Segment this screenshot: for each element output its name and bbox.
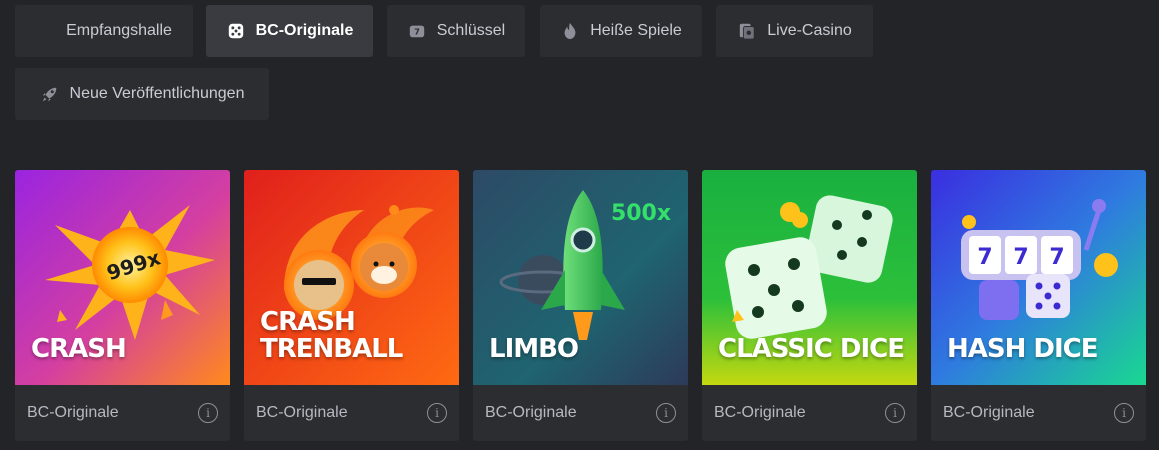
tab-live-casino[interactable]: Live-Casino xyxy=(716,5,873,57)
fire-icon xyxy=(560,21,580,41)
game-card-limbo[interactable]: 500x LIMBO BC-Originale i xyxy=(473,170,688,441)
game-thumbnail: 500x LIMBO xyxy=(473,170,688,385)
svg-text:7: 7 xyxy=(977,245,992,270)
game-footer: BC-Originale i xyxy=(702,385,917,441)
game-card-crash[interactable]: 999x CRASH BC-Originale i xyxy=(15,170,230,441)
game-card-classic-dice[interactable]: CLASSIC DICE BC-Originale i xyxy=(702,170,917,441)
svg-text:7: 7 xyxy=(1013,245,1028,270)
tab-new-releases[interactable]: Neue Veröffentlichungen xyxy=(15,68,269,120)
tab-hot-games[interactable]: Heiße Spiele xyxy=(540,5,702,57)
game-thumbnail: 7 7 7 HASH DICE xyxy=(931,170,1146,385)
provider-label: BC-Originale xyxy=(485,404,577,421)
tab-bc-originals[interactable]: BC-Originale xyxy=(206,5,373,57)
svg-text:7: 7 xyxy=(414,27,420,37)
provider-label: BC-Originale xyxy=(27,404,119,421)
info-icon[interactable]: i xyxy=(198,403,218,423)
game-title: CLASSIC DICE xyxy=(718,334,905,364)
game-card-hash-dice[interactable]: 7 7 7 HASH DICE BC-Originale i xyxy=(931,170,1146,441)
lobby-icon xyxy=(36,21,56,41)
provider-label: BC-Originale xyxy=(256,404,348,421)
game-footer: BC-Originale i xyxy=(931,385,1146,441)
slot-icon: 7 xyxy=(407,21,427,41)
info-icon[interactable]: i xyxy=(1114,403,1134,423)
game-thumbnail: 999x CRASH xyxy=(15,170,230,385)
tab-label: BC-Originale xyxy=(255,22,354,39)
tab-label: Live-Casino xyxy=(767,22,852,39)
game-title: LIMBO xyxy=(489,334,579,364)
info-icon[interactable]: i xyxy=(427,403,447,423)
game-card-crash-trenball[interactable]: CRASH TRENBALL BC-Originale i xyxy=(244,170,459,441)
rocket-icon xyxy=(40,84,60,104)
provider-label: BC-Originale xyxy=(943,404,1035,421)
multiplier-badge: 500x xyxy=(611,201,671,226)
game-footer: BC-Originale i xyxy=(244,385,459,441)
dice-icon xyxy=(226,21,246,41)
game-title: CRASH xyxy=(31,334,127,364)
game-title: HASH DICE xyxy=(947,334,1099,364)
tab-label: Heiße Spiele xyxy=(590,22,682,39)
cards-icon xyxy=(737,21,757,41)
game-thumbnail: CLASSIC DICE xyxy=(702,170,917,385)
tab-label: Empfangshalle xyxy=(66,22,172,39)
info-icon[interactable]: i xyxy=(885,403,905,423)
info-icon[interactable]: i xyxy=(656,403,676,423)
tab-lobby[interactable]: Empfangshalle xyxy=(15,5,193,57)
game-footer: BC-Originale i xyxy=(15,385,230,441)
svg-text:7: 7 xyxy=(1049,245,1064,270)
game-title: CRASH TRENBALL xyxy=(260,307,403,364)
tab-label: Neue Veröffentlichungen xyxy=(69,85,245,102)
game-thumbnail: CRASH TRENBALL xyxy=(244,170,459,385)
tab-slots[interactable]: 7 Schlüssel xyxy=(387,5,525,57)
game-footer: BC-Originale i xyxy=(473,385,688,441)
tab-label: Schlüssel xyxy=(436,22,506,39)
provider-label: BC-Originale xyxy=(714,404,806,421)
